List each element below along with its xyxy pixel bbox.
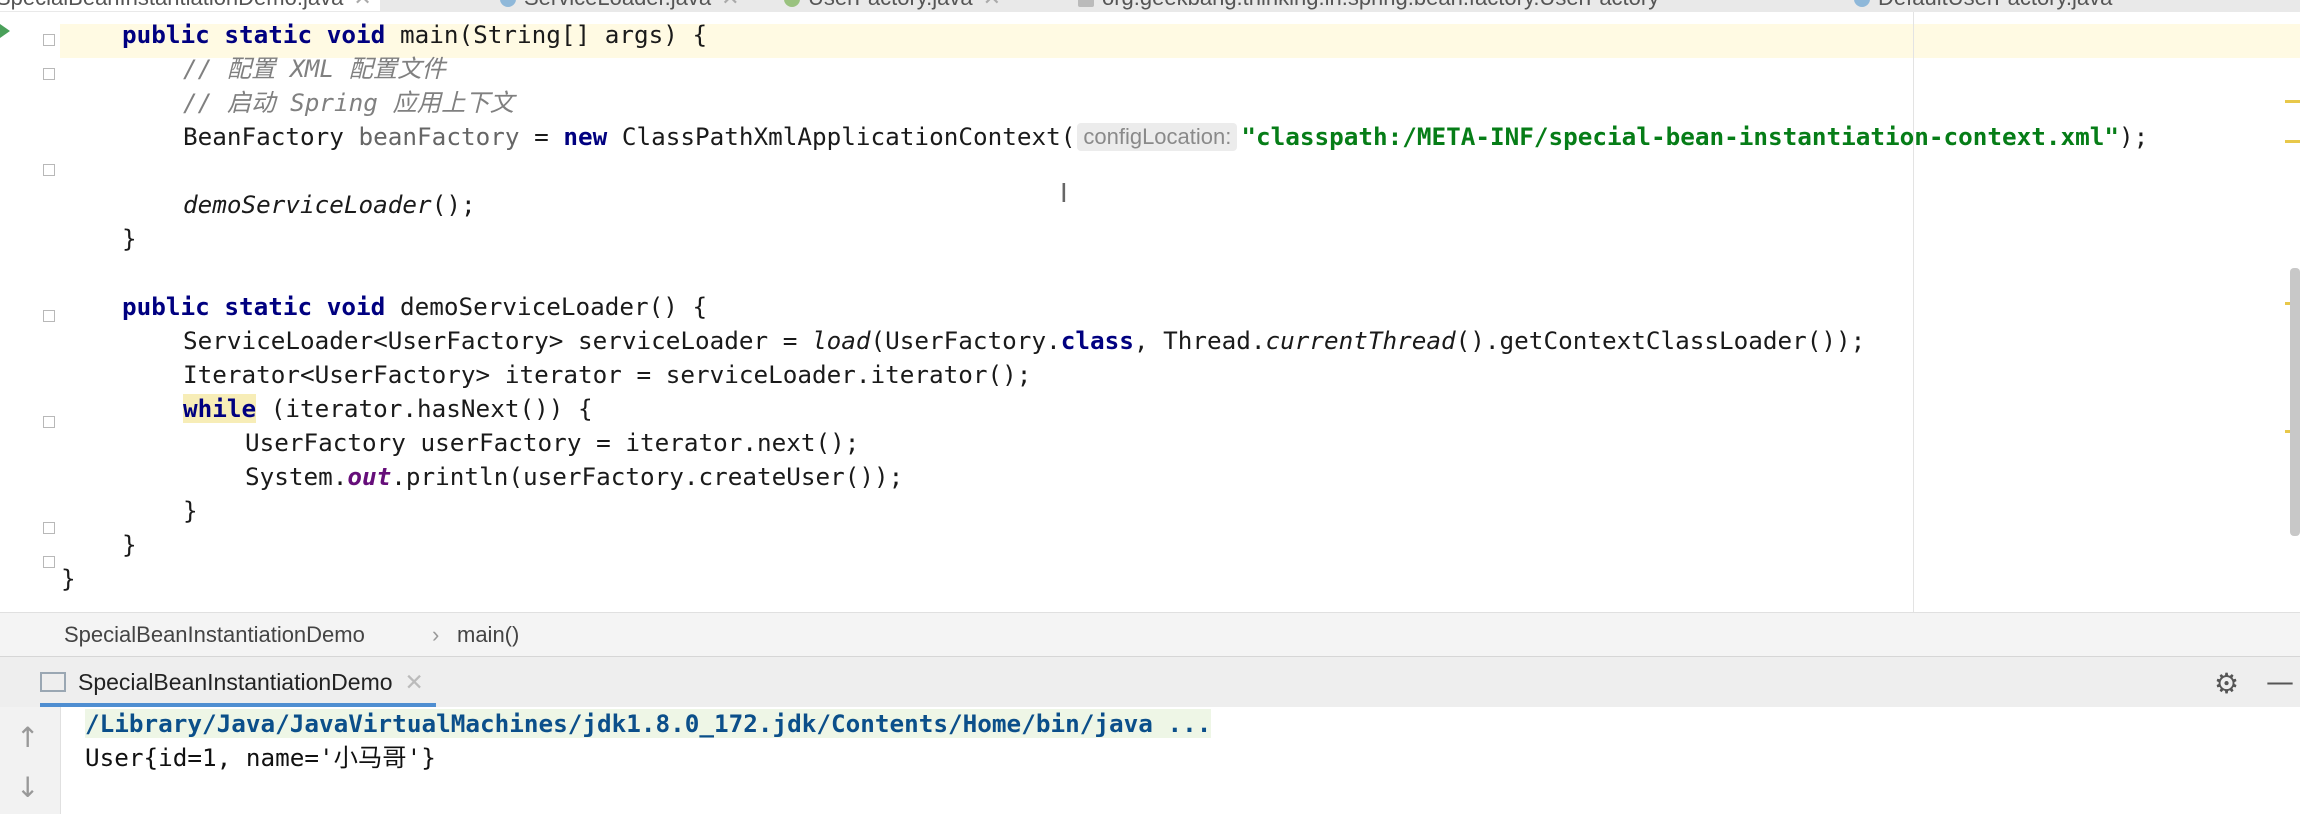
tab-user-factory[interactable]: UserFactory.java ✕	[784, 0, 1001, 11]
code-token: load	[812, 326, 871, 355]
editor-gutter	[0, 12, 60, 612]
code-token: demoServiceLoader	[183, 190, 432, 219]
close-icon[interactable]: ✕	[353, 0, 371, 10]
code-line: }	[122, 224, 137, 253]
code-token: ().getContextClassLoader());	[1455, 326, 1866, 355]
close-icon[interactable]: ✕	[983, 0, 1001, 10]
fold-icon[interactable]	[43, 68, 55, 80]
code-line: demoServiceLoader();	[183, 188, 476, 222]
code-token: ();	[431, 190, 476, 219]
code-token: ServiceLoader<UserFactory> serviceLoader…	[183, 326, 813, 355]
code-comment: // 启动 Spring 应用上下文	[183, 88, 514, 117]
run-tab[interactable]: SpecialBeanInstantiationDemo ✕	[40, 657, 436, 707]
code-token: beanFactory	[358, 122, 520, 151]
console-output[interactable]: /Library/Java/JavaVirtualMachines/jdk1.8…	[61, 707, 2300, 814]
console-icon	[40, 672, 66, 692]
run-tab-label: SpecialBeanInstantiationDemo	[78, 669, 393, 695]
tab-special-bean-instantiation-demo[interactable]: SpecialBeanInstantiationDemo.java ✕	[0, 0, 380, 11]
code-line: Iterator<UserFactory> iterator = service…	[183, 360, 1032, 389]
close-icon[interactable]: ✕	[405, 669, 424, 695]
code-comment: // 配置 XML 配置文件	[183, 54, 446, 83]
code-token: public static void	[122, 292, 386, 321]
breadcrumb: SpecialBeanInstantiationDemo › main()	[0, 612, 2300, 657]
text-cursor-icon: I	[1060, 179, 1068, 209]
run-toolbar: ↑ ↓	[0, 707, 61, 814]
fold-icon[interactable]	[43, 164, 55, 176]
code-token: ClassPathXmlApplicationContext(	[607, 122, 1076, 151]
code-line: while (iterator.hasNext()) {	[183, 392, 593, 426]
code-line: }	[122, 530, 137, 559]
breadcrumb-method[interactable]: main()	[457, 613, 519, 657]
tab-service-loader[interactable]: ServiceLoader.java ✕	[500, 0, 740, 11]
error-stripe-mark[interactable]	[2285, 140, 2300, 143]
fold-icon[interactable]	[43, 416, 55, 428]
code-token: new	[563, 122, 608, 151]
code-token: main(String[] args) {	[385, 20, 708, 49]
gear-icon[interactable]: ⚙	[2214, 667, 2239, 700]
tab-label: ServiceLoader.java	[524, 0, 711, 10]
code-line: System.out.println(userFactory.createUse…	[245, 460, 903, 494]
code-token: =	[519, 122, 564, 151]
code-token: demoServiceLoader() {	[385, 292, 708, 321]
code-token: class	[1060, 326, 1134, 355]
breadcrumb-class[interactable]: SpecialBeanInstantiationDemo	[64, 613, 365, 657]
code-editor[interactable]: public static void main(String[] args) {…	[0, 12, 2300, 612]
tab-user-factory-service-file[interactable]: org.geekbang.thinking.in.spring.bean.fac…	[1078, 0, 1659, 11]
code-token: System.	[245, 462, 348, 491]
right-margin-guide	[1913, 12, 1914, 612]
run-panel-header: SpecialBeanInstantiationDemo ✕ ⚙ —	[0, 656, 2300, 708]
string-literal: "classpath:/META-INF/special-bean-instan…	[1241, 122, 2120, 151]
code-token: , Thread.	[1133, 326, 1266, 355]
code-line: }	[61, 564, 76, 593]
code-token: BeanFactory	[183, 122, 359, 151]
code-line: ServiceLoader<UserFactory> serviceLoader…	[183, 324, 1865, 358]
code-line: public static void main(String[] args) {	[122, 18, 707, 52]
tab-default-user-factory[interactable]: DefaultUserFactory.java	[1854, 0, 2112, 11]
code-token: currentThread	[1265, 326, 1456, 355]
code-line: BeanFactory beanFactory = new ClassPathX…	[183, 120, 2148, 154]
code-token: (UserFactory.	[870, 326, 1061, 355]
code-line: }	[183, 496, 198, 525]
up-arrow-icon[interactable]: ↑	[16, 721, 39, 754]
code-token: .println(userFactory.createUser());	[391, 462, 904, 491]
chevron-right-icon: ›	[432, 622, 440, 647]
code-token: out	[347, 462, 392, 491]
fold-icon[interactable]	[43, 556, 55, 568]
close-icon[interactable]: ✕	[721, 0, 739, 10]
code-line: public static void demoServiceLoader() {	[122, 290, 707, 324]
run-arrow-icon[interactable]	[0, 24, 10, 38]
tab-label: SpecialBeanInstantiationDemo.java	[0, 0, 343, 10]
file-icon	[1078, 0, 1094, 8]
fold-icon[interactable]	[43, 522, 55, 534]
tab-label: DefaultUserFactory.java	[1878, 0, 2112, 10]
code-token: (iterator.hasNext()) {	[256, 394, 593, 423]
code-token: );	[2119, 122, 2149, 151]
code-token: public static void	[122, 20, 386, 49]
error-stripe-mark[interactable]	[2285, 100, 2300, 103]
interface-icon	[784, 0, 800, 8]
down-arrow-icon[interactable]: ↓	[16, 771, 39, 804]
class-icon	[500, 0, 516, 8]
class-icon	[1854, 0, 1870, 8]
console-command-line: /Library/Java/JavaVirtualMachines/jdk1.8…	[85, 707, 1212, 741]
console-command-text: /Library/Java/JavaVirtualMachines/jdk1.8…	[85, 709, 1212, 738]
minimize-icon[interactable]: —	[2266, 665, 2294, 698]
fold-icon[interactable]	[43, 34, 55, 46]
parameter-hint: configLocation:	[1077, 123, 1238, 151]
tab-label: org.geekbang.thinking.in.spring.bean.fac…	[1102, 0, 1659, 10]
editor-scrollbar[interactable]	[2290, 268, 2300, 536]
code-line: UserFactory userFactory = iterator.next(…	[245, 428, 860, 457]
fold-icon[interactable]	[43, 310, 55, 322]
code-token: while	[183, 394, 257, 423]
console-output-line: User{id=1, name='小马哥'}	[85, 743, 436, 772]
tab-label: UserFactory.java	[808, 0, 973, 10]
